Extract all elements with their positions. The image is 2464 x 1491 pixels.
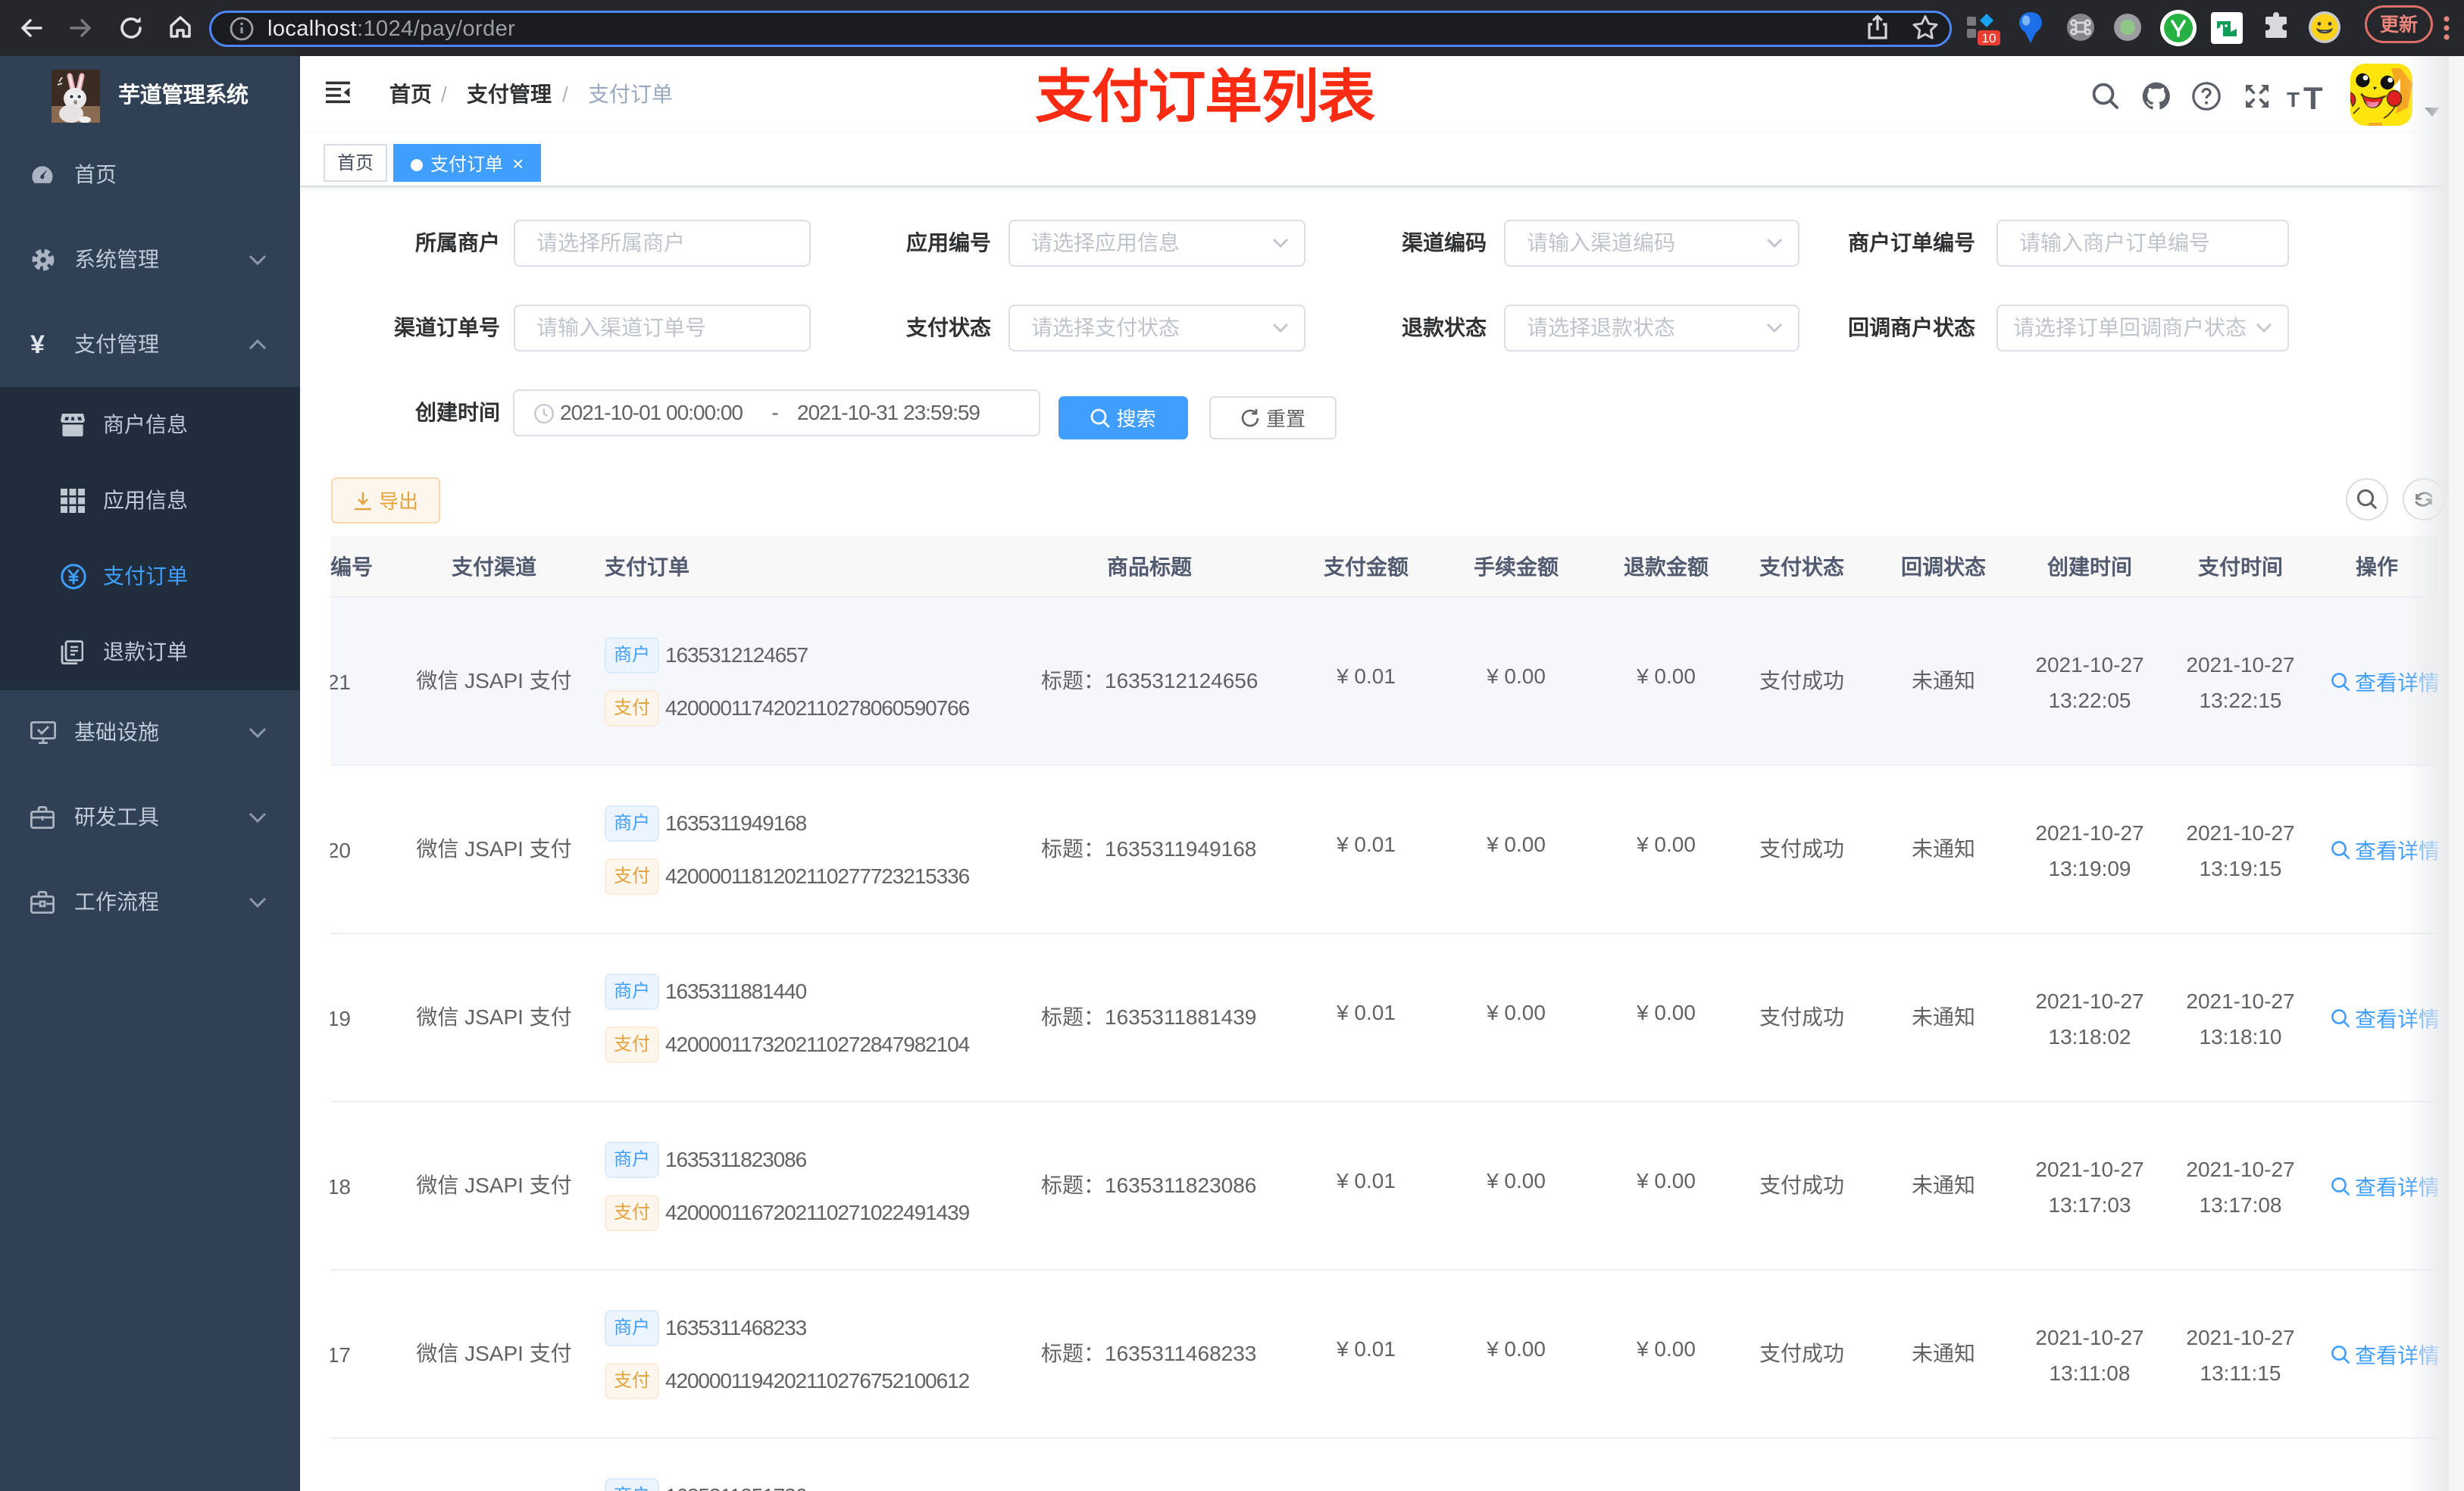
svg-text:10: 10 [1982,31,1997,45]
